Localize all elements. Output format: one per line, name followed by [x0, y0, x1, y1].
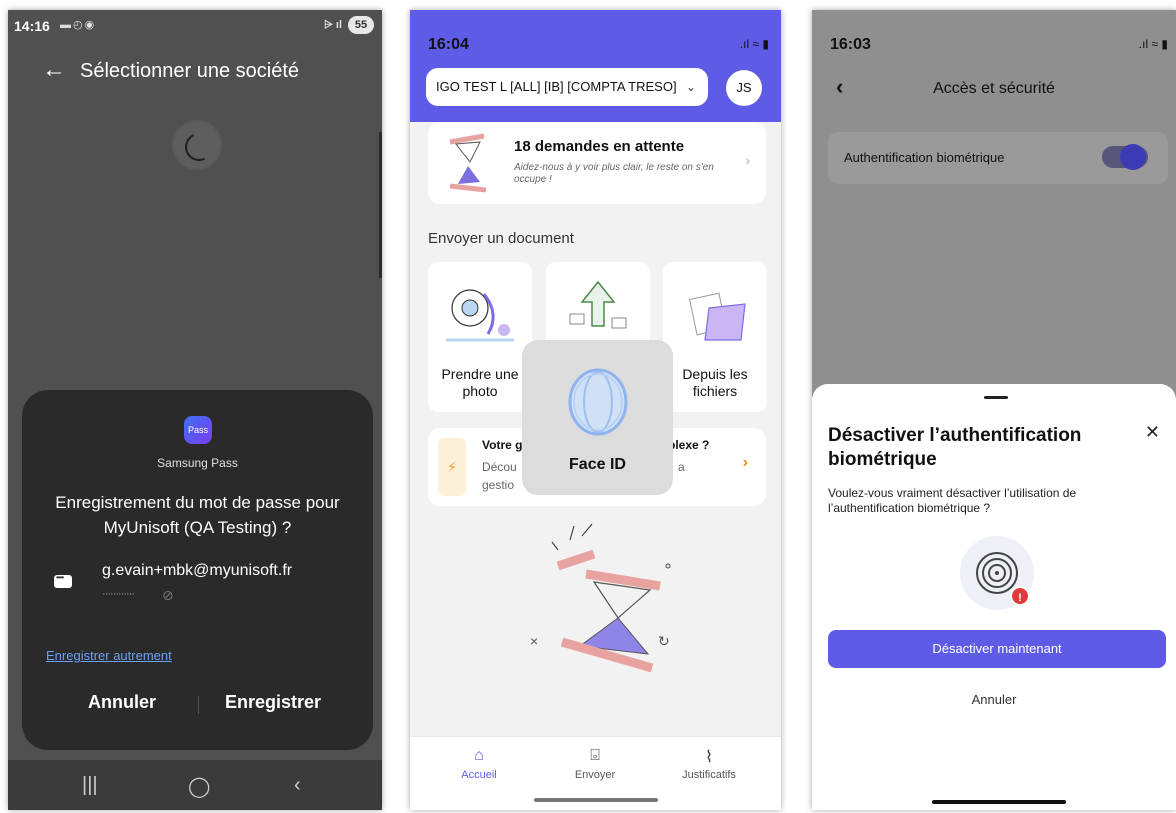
eye-off-icon[interactable]: ⊘ [162, 587, 174, 604]
page-title: Sélectionner une société [80, 60, 300, 82]
pending-subtitle: Aidez-nous à y voir plus clair, le reste… [514, 162, 714, 185]
back-arrow-icon[interactable]: ← [42, 56, 66, 84]
provider-name: Samsung Pass [157, 456, 238, 470]
status-time: 16:04 [428, 36, 469, 53]
app-bar: ← Sélectionner une société [8, 54, 382, 90]
tab-label: Envoyer [574, 769, 616, 781]
ios-phone-security-settings: 16:03 .ıl ≈ ▮ ‹ Accès et sécurité Authen… [812, 10, 1176, 810]
ios-phone-myunisoft-home: 16:04 .ıl ≈ ▮ IGO TEST L [ALL] [IB] [COM… [410, 10, 781, 810]
info-text-end: a [678, 460, 685, 474]
cancel-button[interactable]: Annuler [88, 692, 156, 713]
recents-icon[interactable]: ||| [82, 774, 98, 797]
close-icon[interactable]: ✕ [1145, 422, 1160, 443]
lightning-icon: ⚡ [438, 438, 466, 496]
cancel-button[interactable]: Annuler [812, 692, 1176, 707]
biometric-toggle[interactable] [1102, 144, 1148, 170]
sheet-grabber[interactable] [984, 396, 1008, 399]
face-id-label: Face ID [569, 456, 626, 473]
chevron-down-icon: ⌄ [685, 80, 696, 94]
status-time: 14:16 [14, 18, 50, 34]
divider [198, 696, 199, 714]
section-title: Envoyer un document [428, 230, 574, 247]
home-indicator [534, 798, 658, 802]
status-bar: 14:16 ▬◴◉ ⩥ ıl 55 [8, 10, 382, 40]
hourglass-illustration-icon [449, 133, 487, 193]
company-selector[interactable]: IGO TEST L [ALL] [IB] [COMPTA TRESO] ⌄ [426, 68, 708, 106]
alert-shield-icon: ! [1010, 586, 1030, 606]
tab-bar: ⌂ Accueil ⌻ Envoyer ⌇ Justificatifs [410, 736, 781, 810]
samsung-pass-logo-icon: Pass [184, 416, 212, 444]
credential-password: ············ [102, 588, 135, 600]
chevron-right-icon: › [742, 454, 748, 471]
signal-icon: ⩥ ıl [324, 19, 342, 31]
save-button[interactable]: Enregistrer [225, 692, 321, 713]
paperclip-icon: ⌇ [705, 749, 713, 766]
scan-icon: ⌻ [590, 747, 600, 764]
page-title: Accès et sécurité [933, 80, 1055, 97]
samsung-pass-dialog: Pass Samsung Pass Enregistrement du mot … [22, 390, 373, 750]
pending-requests-card[interactable]: 18 demandes en attente Aidez-nous à y vo… [428, 122, 766, 204]
hourglass-illustration-icon: × ↻ [530, 523, 671, 672]
info-text-line1: Décou [482, 460, 517, 474]
save-other-way-link[interactable]: Enregistrer autrement [46, 648, 172, 663]
info-title-end: plexe ? [668, 438, 710, 452]
face-id-overlay: Face ID [522, 340, 673, 495]
tile-label: Prendre une photo [441, 366, 519, 399]
tab-send[interactable]: ⌻ Envoyer [540, 747, 650, 781]
home-icon: ⌂ [474, 747, 484, 764]
tab-label: Accueil [461, 769, 497, 781]
from-files-tile[interactable]: Depuis les fichiers [663, 262, 767, 412]
credential-email: g.evain+mbk@myunisoft.fr [102, 562, 293, 579]
sheet-title: Désactiver l’authentification biométriqu… [828, 425, 1082, 470]
tile-label: Depuis les fichiers [682, 366, 748, 399]
tab-label: Justificatifs [682, 769, 736, 781]
battery-icon: 55 [348, 16, 374, 34]
folder-illustration-icon [688, 292, 746, 341]
android-nav-bar: ||| ◯ ‹ [8, 760, 382, 810]
chevron-right-icon: › [745, 152, 750, 168]
camera-eye-illustration-icon [446, 289, 514, 342]
loading-spinner-icon [172, 120, 222, 170]
info-title-start: Votre g [482, 438, 523, 452]
face-id-icon [568, 368, 628, 436]
row-label: Authentification biométrique [844, 150, 1005, 165]
home-icon[interactable]: ◯ [188, 774, 210, 799]
svg-text:×: × [530, 633, 538, 649]
biometric-auth-row: Authentification biométrique [828, 132, 1168, 184]
scrollbar[interactable] [379, 132, 382, 278]
status-time: 16:03 [830, 36, 871, 53]
home-indicator [932, 800, 1066, 804]
disable-now-button[interactable]: Désactiver maintenant [828, 630, 1166, 668]
notification-icons: ▬◴◉ [60, 19, 97, 31]
fingerprint-icon: ! [960, 536, 1034, 610]
status-icons: .ıl ≈ ▮ [1138, 37, 1168, 51]
android-phone-samsung-pass: 14:16 ▬◴◉ ⩥ ıl 55 ← Sélectionner une soc… [8, 10, 382, 810]
info-text-line2: gestio [482, 478, 515, 492]
save-password-prompt: Enregistrement du mot de passe pour MyUn… [55, 493, 340, 537]
screenshot-collage: 14:16 ▬◴◉ ⩥ ıl 55 ← Sélectionner une soc… [0, 0, 1176, 813]
password-key-icon [54, 573, 72, 588]
header: 16:04 .ıl ≈ ▮ IGO TEST L [ALL] [IB] [COM… [410, 10, 781, 122]
take-photo-tile[interactable]: Prendre une photo [428, 262, 532, 412]
company-name: IGO TEST L [ALL] [IB] [COMPTA TRESO] [436, 79, 677, 94]
svg-text:↻: ↻ [658, 633, 670, 649]
avatar[interactable]: JS [726, 70, 762, 106]
pending-title: 18 demandes en attente [514, 138, 685, 155]
tab-receipts[interactable]: ⌇ Justificatifs [654, 747, 764, 781]
status-icons: .ıl ≈ ▮ [739, 37, 769, 51]
back-icon[interactable]: ‹ [294, 774, 301, 797]
sheet-description: Voulez-vous vraiment désactiver l’utilis… [828, 486, 1077, 515]
bottom-sheet: Désactiver l’authentification biométriqu… [812, 384, 1176, 810]
tab-home[interactable]: ⌂ Accueil [424, 747, 534, 781]
